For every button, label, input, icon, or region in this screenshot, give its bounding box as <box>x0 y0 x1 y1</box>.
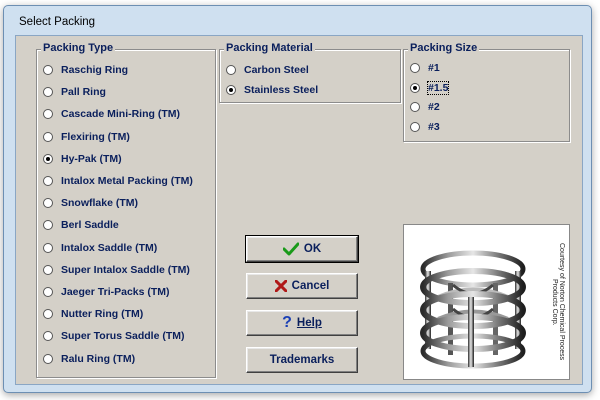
trademarks-button[interactable]: Trademarks <box>246 347 358 373</box>
packing-type-option-label: Intalox Metal Packing (TM) <box>61 175 193 187</box>
packing-type-option-label: Flexiring (TM) <box>61 130 130 143</box>
radio-button-icon[interactable] <box>43 331 53 342</box>
radio-button-icon[interactable] <box>43 87 53 98</box>
packing-type-option-label: Hy-Pak (TM) <box>61 152 122 165</box>
radio-button-icon[interactable] <box>410 102 420 112</box>
radio-button-icon[interactable] <box>43 353 53 364</box>
packing-type-option[interactable]: Super Intalox Saddle (TM) <box>43 262 190 278</box>
help-label: Help <box>296 317 322 329</box>
packing-type-option[interactable]: Intalox Metal Packing (TM) <box>43 173 193 189</box>
packing-type-option[interactable]: Ralu Ring (TM) <box>43 351 135 367</box>
cancel-button[interactable]: Cancel <box>246 273 358 299</box>
packing-type-option[interactable]: Flexiring (TM) <box>43 129 130 145</box>
packing-type-option[interactable]: Nutter Ring (TM) <box>43 306 143 322</box>
radio-button-icon[interactable] <box>43 153 53 164</box>
packing-type-option-label: Snowflake (TM) <box>61 197 139 210</box>
packing-type-option-label: Jaeger Tri-Packs (TM) <box>61 286 170 298</box>
radio-button-icon[interactable] <box>43 131 53 142</box>
ok-label: OK <box>303 243 322 255</box>
packing-material-option-label: Stainless Steel <box>244 84 319 96</box>
packing-size-option-label: #1 <box>428 62 440 74</box>
packing-type-option[interactable]: Snowflake (TM) <box>43 195 138 211</box>
cancel-label: Cancel <box>291 280 330 292</box>
packing-type-option-label: Ralu Ring (TM) <box>61 352 136 365</box>
radio-button-icon[interactable] <box>226 85 236 95</box>
radio-button-icon[interactable] <box>43 198 53 209</box>
packing-type-option[interactable]: Cascade Mini-Ring (TM) <box>43 106 180 122</box>
packing-type-option[interactable]: Berl Saddle <box>43 217 119 233</box>
packing-material-option[interactable]: Carbon Steel <box>226 62 309 78</box>
radio-button-icon[interactable] <box>43 287 53 297</box>
packing-type-option[interactable]: Pall Ring <box>43 84 106 100</box>
radio-button-icon[interactable] <box>410 63 420 73</box>
packing-type-option-label: Super Intalox Saddle (TM) <box>61 263 190 276</box>
radio-button-icon[interactable] <box>43 220 53 231</box>
radio-button-icon[interactable] <box>43 109 53 120</box>
title-bar[interactable]: Select Packing <box>4 6 591 34</box>
check-icon <box>282 242 299 256</box>
packing-type-option-label: Intalox Saddle (TM) <box>61 241 158 254</box>
packing-type-option-label: Raschig Ring <box>61 64 129 76</box>
packing-size-option[interactable]: #1.5 <box>410 80 450 96</box>
packing-size-legend: Packing Size <box>408 42 480 54</box>
packing-type-option[interactable]: Hy-Pak (TM) <box>43 151 122 167</box>
hy-pak-packing-image <box>420 250 526 369</box>
packing-size-group: Packing Size #1 #1.5 #2 #3 <box>403 42 570 142</box>
ok-button[interactable]: OK <box>245 235 359 263</box>
radio-button-icon[interactable] <box>410 121 420 132</box>
packing-material-legend: Packing Material <box>224 42 315 54</box>
packing-type-option[interactable]: Jaeger Tri-Packs (TM) <box>43 284 170 300</box>
radio-button-icon[interactable] <box>43 176 53 186</box>
radio-button-icon[interactable] <box>226 65 236 75</box>
packing-type-group: Packing Type Raschig Ring Pall Ring Cascad… <box>36 42 216 378</box>
question-icon: ? <box>282 314 292 331</box>
packing-size-option-label: #2 <box>428 101 440 113</box>
packing-type-option-label: Cascade Mini-Ring (TM) <box>61 108 181 121</box>
packing-image-panel: Courtesy of Norton Chemical Process Prod… <box>403 224 570 380</box>
packing-size-option[interactable]: #3 <box>410 119 440 135</box>
packing-type-option[interactable]: Super Torus Saddle (TM) <box>43 328 184 344</box>
image-credit: Courtesy of Norton Chemical Process Prod… <box>551 243 565 361</box>
radio-button-icon[interactable] <box>43 242 53 253</box>
help-button[interactable]: ? Help <box>246 310 358 336</box>
packing-type-option-label: Nutter Ring (TM) <box>61 308 144 321</box>
packing-size-option[interactable]: #1 <box>410 60 440 76</box>
packing-size-option-label: #3 <box>428 120 440 133</box>
packing-type-legend: Packing Type <box>41 42 116 54</box>
packing-type-option-label: Super Torus Saddle (TM) <box>61 330 185 343</box>
radio-button-icon[interactable] <box>410 82 420 93</box>
packing-size-option-label: #1.5 <box>426 80 450 95</box>
trademarks-label: Trademarks <box>269 354 335 366</box>
packing-material-group: Packing Material Carbon Steel Stainless S… <box>219 42 401 103</box>
packing-type-option-label: Berl Saddle <box>61 219 119 232</box>
x-icon <box>274 280 287 292</box>
packing-type-option[interactable]: Raschig Ring <box>43 62 128 78</box>
radio-button-icon[interactable] <box>43 65 53 75</box>
dialog-window: Select Packing Packing Type Raschig Ring… <box>3 5 592 393</box>
packing-material-option[interactable]: Stainless Steel <box>226 82 318 98</box>
dialog-body: Packing Type Raschig Ring Pall Ring Cascad… <box>15 35 583 385</box>
packing-type-option-label: Pall Ring <box>61 86 106 99</box>
packing-material-option-label: Carbon Steel <box>244 64 309 76</box>
packing-type-option[interactable]: Intalox Saddle (TM) <box>43 240 157 256</box>
packing-size-option[interactable]: #2 <box>410 99 440 115</box>
window-title: Select Packing <box>19 16 96 28</box>
radio-button-icon[interactable] <box>43 264 53 275</box>
radio-button-icon[interactable] <box>43 309 53 320</box>
